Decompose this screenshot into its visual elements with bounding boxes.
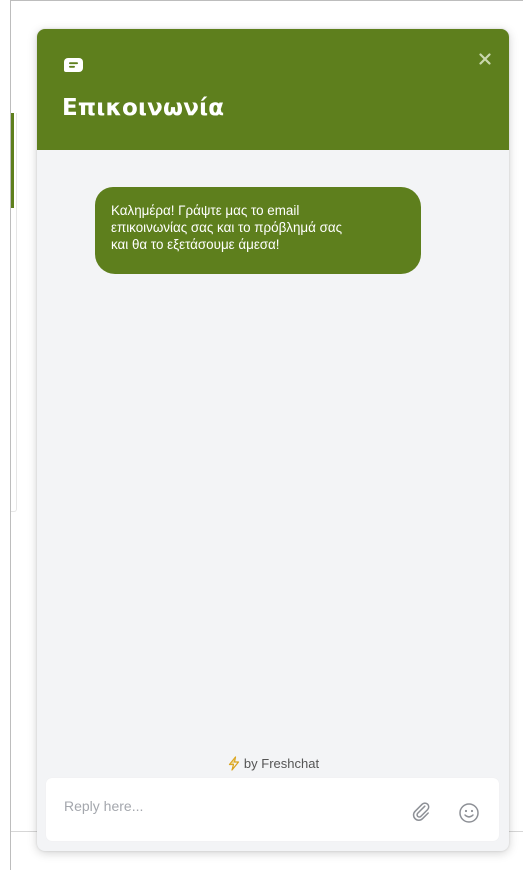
agent-message-bubble: Καλημέρα! Γράψτε μας το email επικοινωνί…	[95, 187, 421, 274]
lightning-bolt-icon	[227, 756, 241, 774]
host-page-panel	[11, 113, 17, 512]
message-line: Καλημέρα! Γράψτε μας το email	[111, 203, 300, 218]
host-page-accent-bar	[11, 113, 14, 208]
message-line: επικοινωνίας σας και το πρόβλημά σας	[111, 220, 343, 235]
host-page-divider-right	[507, 831, 523, 832]
powered-by-label: by Freshchat	[243, 756, 320, 771]
close-icon	[479, 53, 491, 65]
emoji-button[interactable]	[458, 802, 480, 824]
chat-bubble-icon	[63, 57, 84, 73]
close-button[interactable]	[475, 49, 495, 69]
attach-button[interactable]	[410, 800, 432, 822]
reply-input[interactable]	[64, 798, 384, 814]
message-line: και θα το εξετάσουμε άμεσα!	[111, 237, 280, 252]
reply-composer	[46, 778, 499, 841]
chat-widget: Επικοινωνία Καλημέρα! Γράψτε μας το emai…	[37, 29, 509, 851]
chat-header: Επικοινωνία	[37, 29, 509, 150]
chat-title: Επικοινωνία	[62, 95, 225, 121]
powered-by-freshchat[interactable]: by Freshchat	[37, 756, 509, 774]
smiley-icon	[459, 803, 479, 823]
paperclip-icon	[412, 802, 430, 821]
